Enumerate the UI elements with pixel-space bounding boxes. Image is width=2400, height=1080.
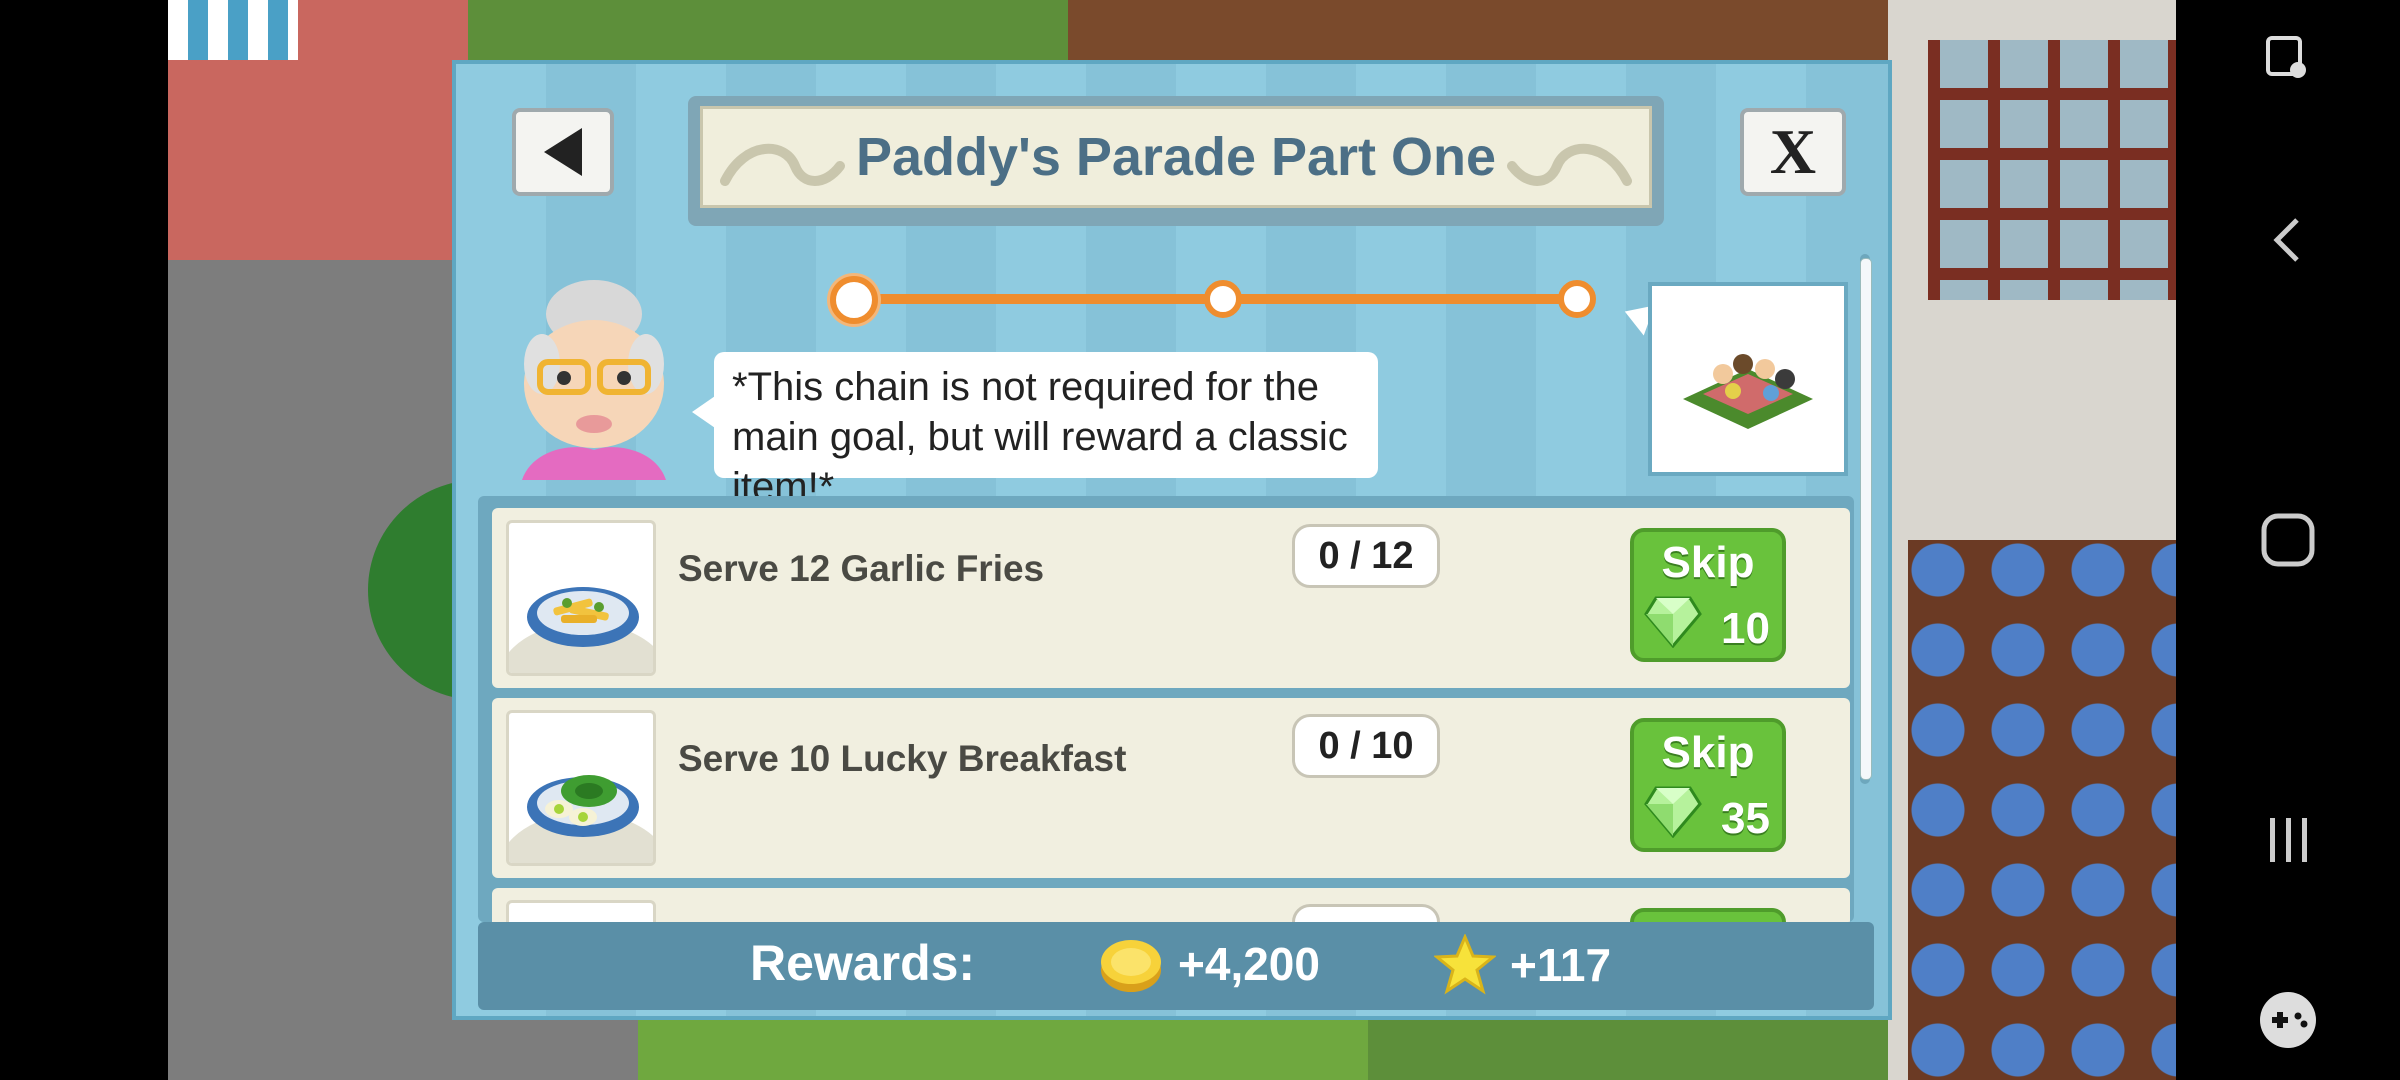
home-nav-icon[interactable] [2176,480,2400,600]
task-row-partial [492,888,1850,922]
back-button[interactable] [512,108,614,196]
screen-pin-icon[interactable] [2176,0,2400,120]
task-progress-count [1292,904,1440,922]
buffet-tables [1908,540,2176,1080]
quest-title: Paddy's Parade Part One [855,127,1497,187]
reward-item-preview[interactable] [1648,282,1848,476]
left-swirl-icon [720,143,845,186]
chain-step-2 [1204,280,1242,318]
back-nav-icon[interactable] [2176,180,2400,300]
rewards-label: Rewards: [750,935,976,991]
task-label: Serve 12 Garlic Fries [678,548,1045,589]
skip-cost: 10 [1721,604,1770,653]
task-progress-count: 0 / 12 [1292,524,1440,588]
coin-icon [1101,940,1161,992]
game-tools-icon[interactable] [2176,960,2400,1080]
skip-label: Skip [1661,728,1755,777]
task-scrollbar-thumb[interactable] [1860,258,1872,780]
skip-button[interactable] [1630,908,1786,922]
skip-button[interactable]: Skip 10 [1630,528,1786,662]
task-list: Serve 12 Garlic Fries 0 / 12 Skip 10 Ser… [478,496,1854,922]
skip-label: Skip [1661,538,1755,587]
task-label: Serve 10 Lucky Breakfast [678,738,1127,779]
skip-button[interactable]: Skip 35 [1630,718,1786,852]
lucky-breakfast-icon [527,775,639,837]
garlic-fries-icon [527,587,639,647]
restaurant-windows [1928,40,2176,300]
task-thumbnail [506,900,656,922]
close-button[interactable]: X [1740,108,1846,196]
triangle-left-icon [544,128,582,176]
rewards-bar: Rewards: +4,200 +117 [478,922,1874,1010]
gem-icon [1644,786,1702,838]
chain-step-1 [830,276,878,324]
shop-awning [168,0,298,60]
task-row: Serve 10 Lucky Breakfast 0 / 10 Skip 35 [492,698,1850,878]
chain-step-3 [1558,280,1596,318]
right-swirl-icon [1507,143,1632,186]
task-thumbnail [506,710,656,866]
recent-apps-icon[interactable] [2176,780,2400,900]
skip-cost: 35 [1721,794,1770,843]
reward-stars: +117 [1434,934,1611,996]
speech-bubble: *This chain is not required for the main… [714,352,1378,509]
task-progress-count: 0 / 10 [1292,714,1440,778]
title-plate: Paddy's Parade Part One [688,96,1664,226]
title-banner: Paddy's Parade Part One [700,106,1652,208]
task-row: Serve 12 Garlic Fries 0 / 12 Skip 10 [492,508,1850,688]
star-icon [1434,934,1496,995]
quest-dialog: Paddy's Parade Part One X *This chain is… [452,60,1892,1020]
reward-coins: +4,200 [1098,934,1320,994]
grandma-avatar [522,280,666,480]
system-nav-bar [2176,0,2400,1080]
stars-amount: +117 [1510,939,1612,991]
parade-float-icon [1683,354,1813,429]
task-thumbnail [506,520,656,676]
coins-amount: +4,200 [1178,938,1320,990]
close-label: X [1769,116,1817,187]
gem-icon [1644,596,1702,648]
